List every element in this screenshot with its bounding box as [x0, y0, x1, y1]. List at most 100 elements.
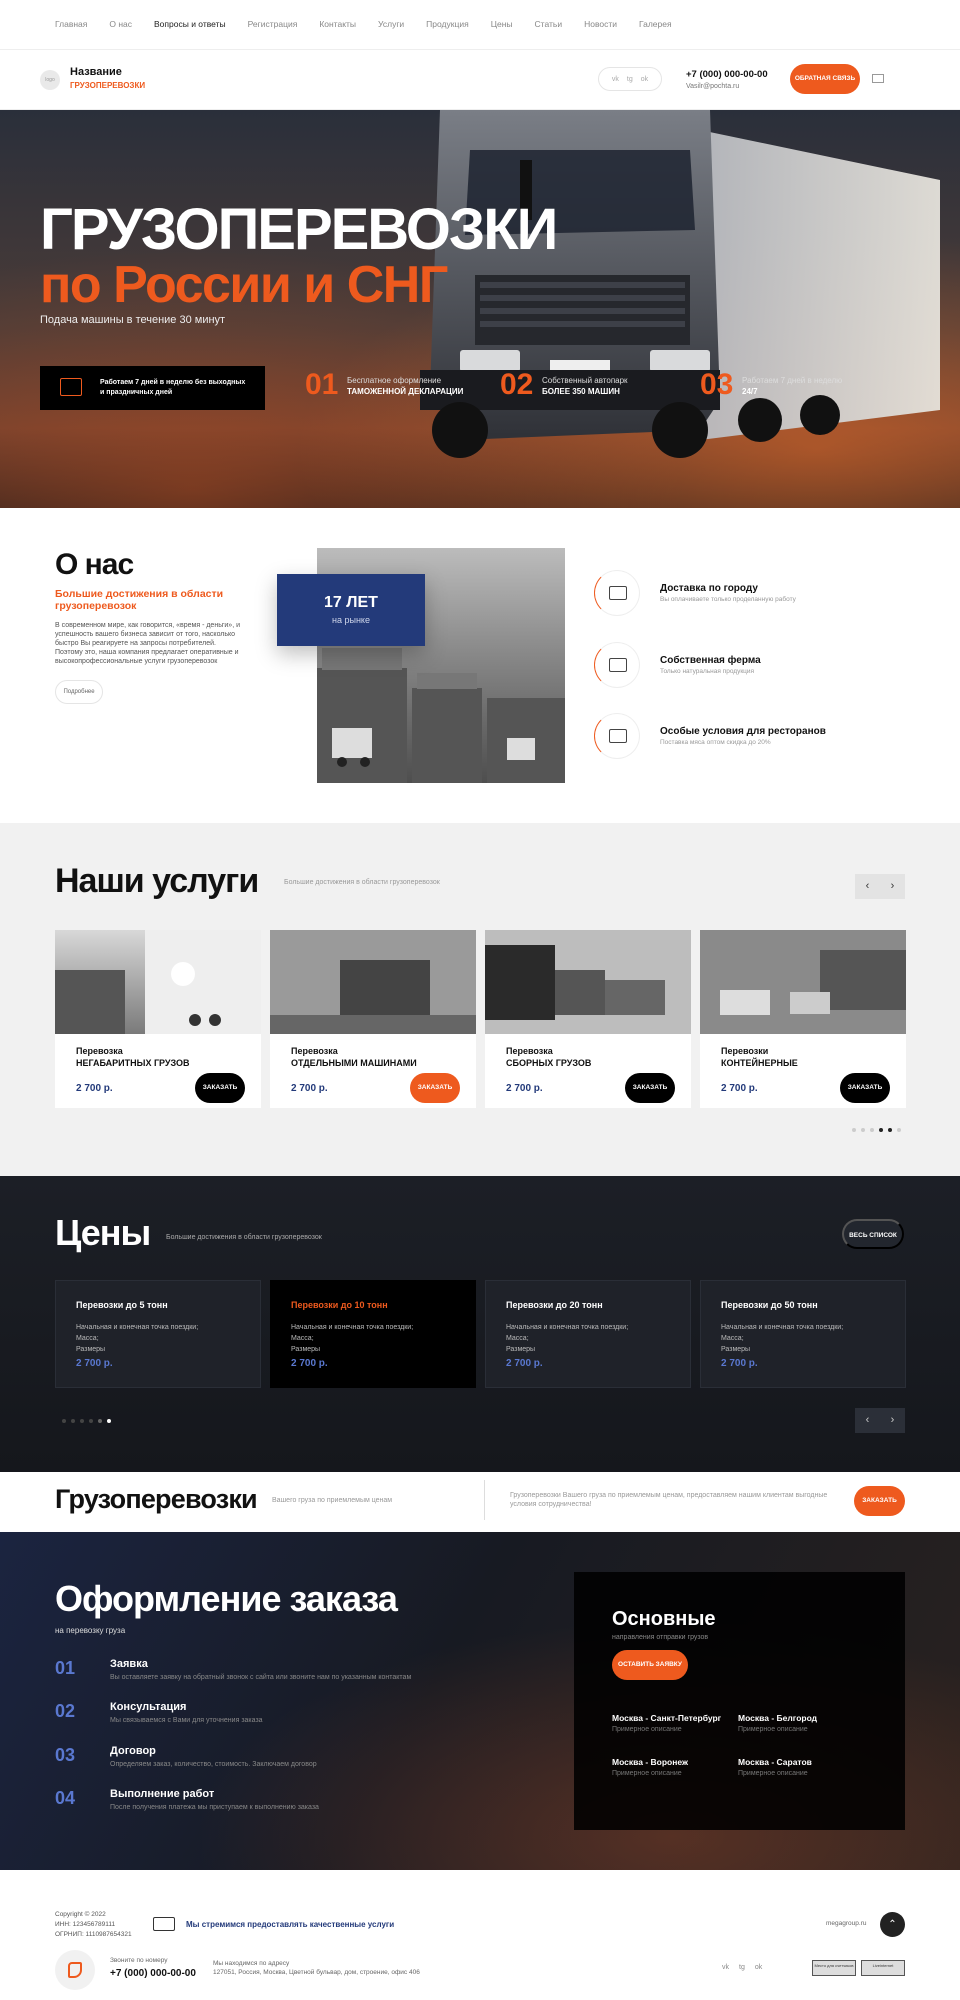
step-desc: Вы оставляете заявку на обратный звонок … [110, 1674, 412, 1681]
route-title: Москва - Белгород [738, 1713, 818, 1723]
strip-subtitle: Вашего груза по приемлемым ценам [272, 1497, 393, 1504]
stat-number: 02 [500, 368, 534, 401]
service-line2: КОНТЕЙНЕРНЫЕ [721, 1058, 798, 1068]
vk-icon[interactable]: vk [722, 1964, 729, 1971]
pagination-dot[interactable] [62, 1419, 66, 1423]
header-email[interactable]: Vasilr@pochta.ru [686, 83, 739, 90]
vk-icon[interactable]: vk [612, 76, 619, 83]
order-button[interactable]: ЗАКАЗАТЬ [854, 1486, 905, 1516]
pagination-dot[interactable] [80, 1419, 84, 1423]
price-card-desc: Начальная и конечная точка поездки; Масса… [721, 1324, 844, 1353]
liveinternet-badge[interactable]: Liveinternet [861, 1960, 905, 1976]
arrow-right-icon[interactable]: › [880, 874, 905, 899]
route-desc: Примерное описание [612, 1726, 682, 1733]
service-image [700, 930, 906, 1034]
arrow-left-icon[interactable]: ‹ [855, 874, 880, 899]
top-navigation: Главная О нас Вопросы и ответы Регистрац… [0, 0, 960, 50]
strip-title: Грузоперевозки [55, 1484, 258, 1514]
telegram-icon[interactable]: tg [627, 76, 633, 83]
service-card[interactable]: Перевозка ОТДЕЛЬНЫМИ МАШИНАМИ 2 700 р. З… [270, 930, 476, 1108]
step-number: 02 [55, 1701, 76, 1721]
nav-item-contacts[interactable]: Контакты [319, 19, 356, 29]
nav-item-faq[interactable]: Вопросы и ответы [154, 19, 226, 29]
ogrnip: ОГРНИП: 1110987654321 [55, 1931, 132, 1938]
footer-phone[interactable]: +7 (000) 000-00-00 [110, 1968, 196, 1979]
nav-item-about[interactable]: О нас [109, 19, 132, 29]
services-subtitle: Большие достижения в области грузоперево… [284, 879, 440, 886]
service-card[interactable]: Перевозки КОНТЕЙНЕРНЫЕ 2 700 р. ЗАКАЗАТЬ [700, 930, 906, 1108]
route-title: Москва - Воронеж [612, 1757, 689, 1767]
price-card-title: Перевозки до 20 тонн [506, 1300, 603, 1310]
route-desc: Примерное описание [738, 1726, 808, 1733]
pagination-dot[interactable] [861, 1128, 865, 1132]
scroll-up-icon[interactable]: ⌃ [880, 1912, 905, 1937]
developer-link[interactable]: megagroup.ru [826, 1920, 866, 1927]
nav-item-services[interactable]: Услуги [378, 19, 404, 29]
pagination-dot[interactable] [71, 1419, 75, 1423]
site-header: logo Название ГРУЗОПЕРЕВОЗКИ vk tg ok +7… [0, 50, 960, 110]
service-image [55, 930, 261, 1034]
leave-request-button[interactable]: ОСТАВИТЬ ЗАЯВКУ [612, 1650, 688, 1680]
order-button[interactable]: ЗАКАЗАТЬ [195, 1073, 245, 1103]
price-card[interactable]: Перевозки до 10 тонн Начальная и конечна… [270, 1280, 476, 1388]
address: 127051, Россия, Москва, Цветной бульвар,… [213, 1969, 420, 1976]
nav-item-gallery[interactable]: Галерея [639, 19, 672, 29]
nav-item-home[interactable]: Главная [55, 19, 87, 29]
service-image [485, 930, 691, 1034]
pagination-dot[interactable] [98, 1419, 102, 1423]
service-card[interactable]: Перевозка НЕГАБАРИТНЫХ ГРУЗОВ 2 700 р. З… [55, 930, 261, 1108]
order-button[interactable]: ЗАКАЗАТЬ [840, 1073, 890, 1103]
phone-icon [55, 1950, 95, 1990]
stat-label: Собственный автопарк [542, 376, 628, 385]
header-phone[interactable]: +7 (000) 000-00-00 [686, 69, 768, 80]
step-desc: Определяем заказ, количество, стоимость.… [110, 1761, 317, 1768]
pagination-dot[interactable] [870, 1128, 874, 1132]
nav-item-articles[interactable]: Статьи [535, 19, 563, 29]
mail-icon[interactable] [872, 74, 884, 83]
price-card[interactable]: Перевозки до 20 тонн Начальная и конечна… [485, 1280, 691, 1388]
feature-desc: Только натуральная продукция [660, 668, 755, 675]
pagination-dot[interactable] [879, 1128, 883, 1132]
nav-item-products[interactable]: Продукция [426, 19, 469, 29]
route-item[interactable]: Москва - Саратов Примерное описание [738, 1757, 812, 1777]
years-label: на рынке [332, 615, 370, 625]
pagination-dot[interactable] [89, 1419, 93, 1423]
route-desc: Примерное описание [612, 1770, 682, 1777]
callback-button[interactable]: ОБРАТНАЯ СВЯЗЬ [790, 64, 860, 94]
hero-schedule-box: Работаем 7 дней в неделю без выходных и … [40, 366, 265, 410]
telegram-icon[interactable]: tg [739, 1964, 745, 1971]
nav-item-prices[interactable]: Цены [491, 19, 513, 29]
price-card[interactable]: Перевозки до 5 тонн Начальная и конечная… [55, 1280, 261, 1388]
stat-value: 24/7 [742, 387, 758, 396]
directions-subtitle: направления отправки грузов [612, 1634, 709, 1641]
pagination-dot[interactable] [107, 1419, 111, 1423]
price-card-desc: Начальная и конечная точка поездки; Масса… [291, 1324, 414, 1353]
logo[interactable]: logo [40, 70, 60, 90]
service-card[interactable]: Перевозка СБОРНЫХ ГРУЗОВ 2 700 р. ЗАКАЗА… [485, 930, 691, 1108]
header-socials: vk tg ok [598, 67, 662, 91]
order-button[interactable]: ЗАКАЗАТЬ [625, 1073, 675, 1103]
route-item[interactable]: Москва - Белгород Примерное описание [738, 1713, 817, 1733]
nav-item-registration[interactable]: Регистрация [248, 19, 298, 29]
pagination-dot[interactable] [888, 1128, 892, 1132]
nav-item-news[interactable]: Новости [584, 19, 617, 29]
step-title: Заявка [110, 1658, 148, 1670]
feature-title: Доставка по городу [660, 583, 758, 594]
arrow-left-icon[interactable]: ‹ [855, 1408, 880, 1433]
all-list-button[interactable]: ВЕСЬ СПИСОК [842, 1219, 904, 1249]
route-item[interactable]: Москва - Санкт-Петербург Примерное описа… [612, 1713, 721, 1733]
pagination-dot[interactable] [852, 1128, 856, 1132]
counter-badge[interactable]: Место для счетчиков [812, 1960, 856, 1976]
arrow-right-icon[interactable]: › [880, 1408, 905, 1433]
order-title: Оформление заказа [55, 1578, 398, 1619]
pagination-dot[interactable] [897, 1128, 901, 1132]
odnoklassniki-icon[interactable]: ok [641, 76, 648, 83]
service-price: 2 700 р. [76, 1083, 113, 1094]
brand-name: Название [70, 66, 122, 78]
step-title: Консультация [110, 1701, 187, 1713]
price-card[interactable]: Перевозки до 50 тонн Начальная и конечна… [700, 1280, 906, 1388]
odnoklassniki-icon[interactable]: ok [755, 1964, 762, 1971]
order-button[interactable]: ЗАКАЗАТЬ [410, 1073, 460, 1103]
more-button[interactable]: Подробнее [55, 680, 103, 704]
route-item[interactable]: Москва - Воронеж Примерное описание [612, 1757, 688, 1777]
